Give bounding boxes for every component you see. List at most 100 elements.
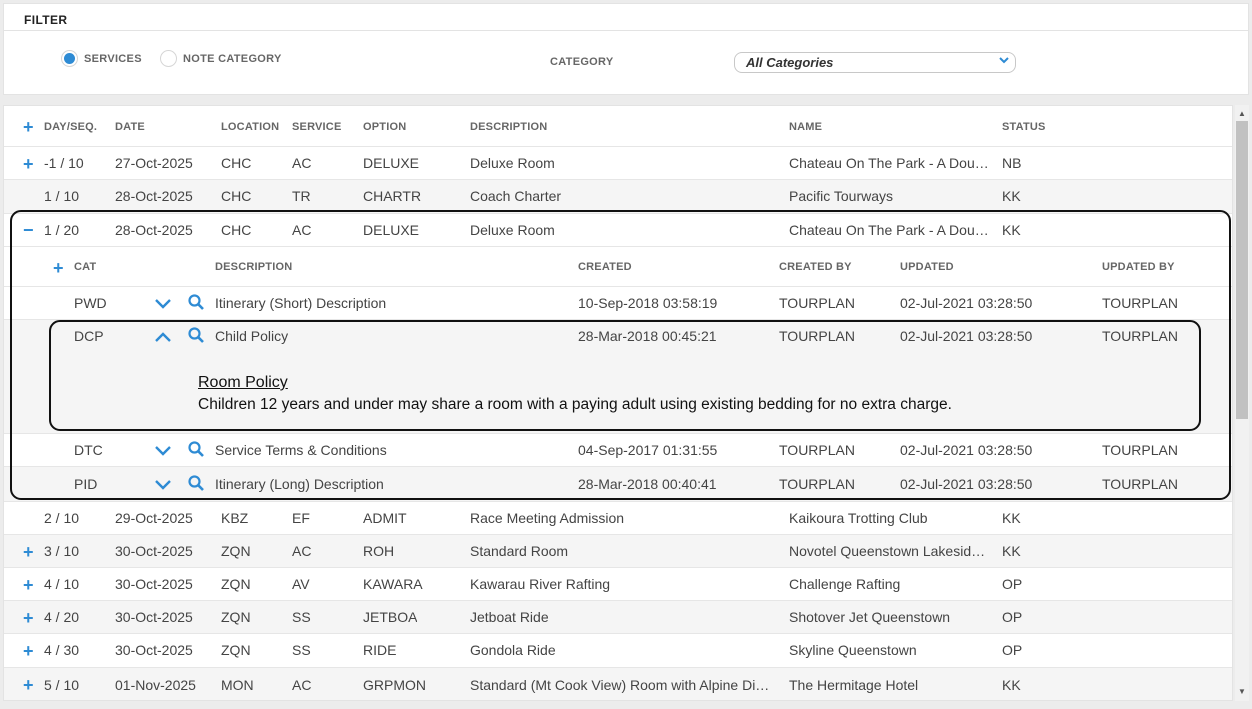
cell-name: The Hermitage Hotel [789, 677, 919, 693]
add-note-plus-icon[interactable]: + [53, 259, 64, 277]
chevron-down-icon[interactable] [155, 299, 171, 309]
cell-status: OP [1002, 642, 1023, 658]
note-row[interactable]: PWD Itinerary (Short) Description 10-Sep… [4, 287, 1232, 320]
note-created: 28-Mar-2018 00:45:21 [578, 328, 717, 344]
cell-day-seq: 3 / 10 [44, 543, 80, 559]
table-row-expanded[interactable]: − 1 / 20 28-Oct-2025 CHC AC DELUXE Delux… [4, 214, 1232, 247]
cell-day-seq: 5 / 10 [44, 677, 80, 693]
cell-status: KK [1002, 188, 1021, 204]
cell-option: DELUXE [363, 155, 420, 171]
magnifier-icon[interactable] [188, 327, 204, 343]
notes-header-updated-by[interactable]: UPDATED BY [1102, 261, 1175, 273]
note-body-title: Room Policy [198, 374, 288, 391]
table-row[interactable]: + 5 / 10 01-Nov-2025 MON AC GRPMON Stand… [4, 668, 1232, 700]
expand-plus-icon[interactable]: + [23, 676, 34, 694]
vertical-scrollbar[interactable]: ▲ ▼ [1235, 105, 1249, 701]
radio-services[interactable]: SERVICES [61, 50, 142, 67]
cell-name: Novotel Queenstown Lakesid… [789, 543, 986, 559]
cell-location: ZQN [221, 609, 251, 625]
cell-option: GRPMON [363, 677, 426, 693]
cell-date: 27-Oct-2025 [115, 155, 193, 171]
cell-description: Gondola Ride [470, 642, 556, 658]
cell-service: AV [292, 576, 310, 592]
cell-status: NB [1002, 155, 1022, 171]
table-row[interactable]: 2 / 10 29-Oct-2025 KBZ EF ADMIT Race Mee… [4, 502, 1232, 535]
radio-note-category-label: NOTE CATEGORY [183, 52, 282, 65]
cell-name: Chateau On The Park - A Dou… [789, 222, 989, 238]
header-option[interactable]: OPTION [363, 121, 406, 133]
cell-description: Kawarau River Rafting [470, 576, 611, 592]
magnifier-icon[interactable] [188, 294, 204, 310]
note-cat: PID [74, 476, 98, 492]
note-description: Itinerary (Short) Description [215, 295, 387, 311]
cell-option: KAWARA [363, 576, 423, 592]
note-cat: DCP [74, 328, 104, 344]
table-row[interactable]: + -1 / 10 27-Oct-2025 CHC AC DELUXE Delu… [4, 147, 1232, 180]
cell-name: Shotover Jet Queenstown [789, 609, 951, 625]
cell-date: 28-Oct-2025 [115, 222, 193, 238]
header-date[interactable]: DATE [115, 121, 145, 133]
expand-plus-icon[interactable]: + [23, 155, 34, 173]
header-location[interactable]: LOCATION [221, 121, 279, 133]
magnifier-icon[interactable] [188, 475, 204, 491]
header-name[interactable]: NAME [789, 121, 822, 133]
notes-header-created-by[interactable]: CREATED BY [779, 261, 852, 273]
note-created-by: TOURPLAN [779, 328, 855, 344]
cell-date: 01-Nov-2025 [115, 677, 196, 693]
cell-description: Jetboat Ride [470, 609, 549, 625]
radio-selected-icon[interactable] [61, 50, 78, 67]
cell-description: Deluxe Room [470, 155, 555, 171]
table-row[interactable]: 1 / 10 28-Oct-2025 CHC TR CHARTR Coach C… [4, 180, 1232, 213]
header-day-seq[interactable]: DAY/SEQ. [44, 121, 97, 133]
cell-status: KK [1002, 543, 1021, 559]
collapse-minus-icon[interactable]: − [23, 221, 34, 239]
scroll-up-arrow-icon[interactable]: ▲ [1235, 108, 1249, 120]
note-updated: 02-Jul-2021 03:28:50 [900, 442, 1033, 458]
expand-plus-icon[interactable]: + [23, 543, 34, 561]
header-description[interactable]: DESCRIPTION [470, 121, 547, 133]
header-status[interactable]: STATUS [1002, 121, 1046, 133]
cell-option: JETBOA [363, 609, 418, 625]
notes-header-cat[interactable]: CAT [74, 261, 96, 273]
cell-service: AC [292, 222, 312, 238]
note-updated: 02-Jul-2021 03:28:50 [900, 328, 1033, 344]
cell-location: ZQN [221, 642, 251, 658]
cell-location: CHC [221, 222, 252, 238]
notes-header-created[interactable]: CREATED [578, 261, 632, 273]
table-row[interactable]: + 4 / 10 30-Oct-2025 ZQN AV KAWARA Kawar… [4, 568, 1232, 601]
chevron-down-icon[interactable] [155, 480, 171, 490]
cell-date: 30-Oct-2025 [115, 576, 193, 592]
note-row[interactable]: DTC Service Terms & Conditions 04-Sep-20… [4, 434, 1232, 467]
header-service[interactable]: SERVICE [292, 121, 342, 133]
table-row[interactable]: + 3 / 10 30-Oct-2025 ZQN AC ROH Standard… [4, 535, 1232, 568]
note-row[interactable]: PID Itinerary (Long) Description 28-Mar-… [4, 467, 1232, 501]
note-created: 04-Sep-2017 01:31:55 [578, 442, 718, 458]
table-row[interactable]: + 4 / 20 30-Oct-2025 ZQN SS JETBOA Jetbo… [4, 601, 1232, 634]
note-cat: DTC [74, 442, 103, 458]
category-select[interactable]: All Categories [734, 52, 1016, 73]
cell-service: SS [292, 642, 311, 658]
cell-service: AC [292, 155, 312, 171]
radio-unselected-icon[interactable] [160, 50, 177, 67]
cell-status: KK [1002, 222, 1021, 238]
cell-service: AC [292, 677, 312, 693]
expand-all-plus-icon[interactable]: + [23, 118, 34, 136]
scroll-down-arrow-icon[interactable]: ▼ [1235, 686, 1249, 698]
magnifier-icon[interactable] [188, 441, 204, 457]
notes-header-updated[interactable]: UPDATED [900, 261, 954, 273]
filter-title: FILTER [24, 13, 68, 27]
cell-service: SS [292, 609, 311, 625]
cell-location: ZQN [221, 543, 251, 559]
table-row[interactable]: + 4 / 30 30-Oct-2025 ZQN SS RIDE Gondola… [4, 634, 1232, 667]
expand-plus-icon[interactable]: + [23, 576, 34, 594]
chevron-up-icon[interactable] [155, 332, 171, 342]
expand-plus-icon[interactable]: + [23, 642, 34, 660]
note-row-expanded[interactable]: DCP Child Policy 28-Mar-2018 00:45:21 TO… [4, 320, 1232, 433]
radio-note-category[interactable]: NOTE CATEGORY [160, 50, 282, 67]
cell-name: Kaikoura Trotting Club [789, 510, 928, 526]
scroll-thumb[interactable] [1236, 121, 1248, 419]
notes-header-description[interactable]: DESCRIPTION [215, 261, 292, 273]
chevron-down-icon[interactable] [155, 446, 171, 456]
cell-status: KK [1002, 510, 1021, 526]
expand-plus-icon[interactable]: + [23, 609, 34, 627]
